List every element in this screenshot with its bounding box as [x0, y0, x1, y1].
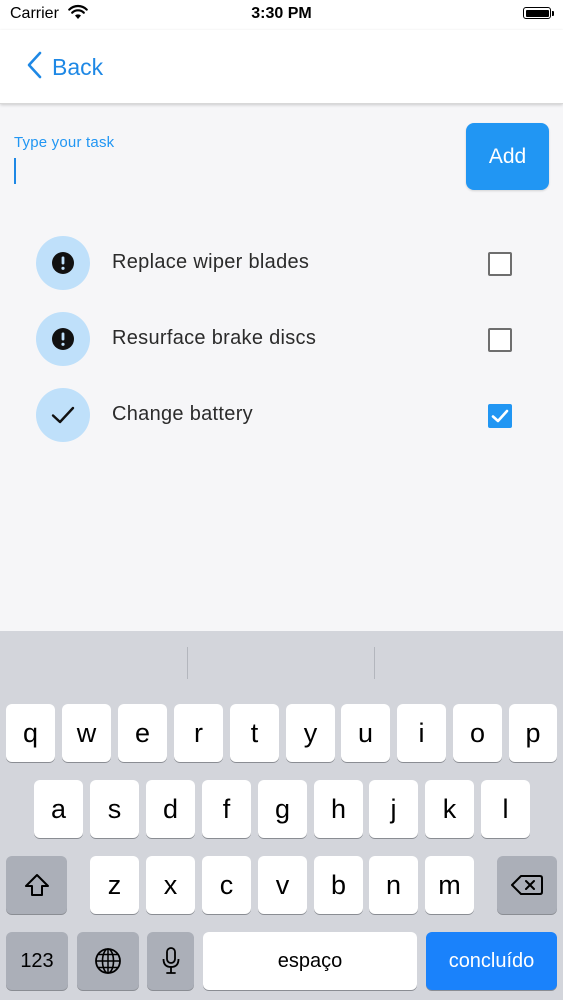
- key-p[interactable]: p: [509, 704, 557, 762]
- globe-key[interactable]: [77, 932, 139, 990]
- key-j[interactable]: j: [369, 780, 418, 838]
- key-i[interactable]: i: [397, 704, 446, 762]
- keyboard: q w e r t y u i o p a s d f g h j k l z …: [0, 631, 563, 1000]
- task-text: Replace wiper blades: [112, 251, 310, 273]
- key-a[interactable]: a: [34, 780, 83, 838]
- key-s[interactable]: s: [90, 780, 139, 838]
- exclamation-icon: [36, 236, 90, 290]
- battery-icon: [523, 7, 551, 19]
- globe-icon: [95, 948, 121, 974]
- task-row: Change battery: [0, 377, 563, 453]
- task-text: Change battery: [112, 403, 253, 425]
- text-caret: [14, 158, 16, 184]
- back-label: Back: [52, 53, 104, 80]
- key-t[interactable]: t: [230, 704, 279, 762]
- shift-icon: [24, 874, 49, 896]
- shift-key[interactable]: [6, 856, 67, 914]
- key-g[interactable]: g: [258, 780, 307, 838]
- key-v[interactable]: v: [258, 856, 307, 914]
- key-k[interactable]: k: [425, 780, 474, 838]
- key-y[interactable]: y: [286, 704, 335, 762]
- add-button[interactable]: Add: [466, 123, 549, 190]
- task-input[interactable]: [18, 156, 442, 188]
- task-row: Resurface brake discs: [0, 301, 563, 377]
- status-bar: Carrier 3:30 PM: [0, 0, 563, 30]
- backspace-key[interactable]: [497, 856, 557, 914]
- status-time: 3:30 PM: [251, 5, 312, 22]
- battery-cap: [552, 11, 554, 16]
- key-e[interactable]: e: [118, 704, 167, 762]
- back-button[interactable]: Back: [26, 50, 103, 84]
- task-input-field[interactable]: Type your task: [14, 134, 444, 190]
- task-row: Replace wiper blades: [0, 225, 563, 301]
- key-h[interactable]: h: [314, 780, 363, 838]
- checkbox-check-icon: [491, 409, 509, 423]
- exclamation-icon: [36, 312, 90, 366]
- key-n[interactable]: n: [369, 856, 418, 914]
- task-input-label: Type your task: [14, 134, 115, 151]
- key-b[interactable]: b: [314, 856, 363, 914]
- key-z[interactable]: z: [90, 856, 139, 914]
- key-w[interactable]: w: [62, 704, 111, 762]
- key-m[interactable]: m: [425, 856, 474, 914]
- task-checkbox-checked[interactable]: [488, 404, 512, 428]
- key-c[interactable]: c: [202, 856, 251, 914]
- checkmark-icon: [36, 388, 90, 442]
- suggestion-divider: [374, 647, 375, 679]
- backspace-icon: [511, 875, 543, 895]
- key-o[interactable]: o: [453, 704, 502, 762]
- key-x[interactable]: x: [146, 856, 195, 914]
- microphone-key[interactable]: [147, 932, 194, 990]
- task-checkbox[interactable]: [488, 252, 512, 276]
- key-u[interactable]: u: [341, 704, 390, 762]
- key-f[interactable]: f: [202, 780, 251, 838]
- numbers-key[interactable]: 123: [6, 932, 68, 990]
- microphone-icon: [162, 947, 179, 974]
- space-key[interactable]: espaço: [203, 932, 417, 990]
- task-checkbox[interactable]: [488, 328, 512, 352]
- chevron-left-icon: [26, 51, 42, 84]
- suggestion-divider: [187, 647, 188, 679]
- done-key[interactable]: concluído: [426, 932, 557, 990]
- key-r[interactable]: r: [174, 704, 223, 762]
- task-text: Resurface brake discs: [112, 327, 317, 349]
- key-d[interactable]: d: [146, 780, 195, 838]
- key-l[interactable]: l: [481, 780, 530, 838]
- navigation-bar: Back: [0, 30, 563, 104]
- key-q[interactable]: q: [6, 704, 55, 762]
